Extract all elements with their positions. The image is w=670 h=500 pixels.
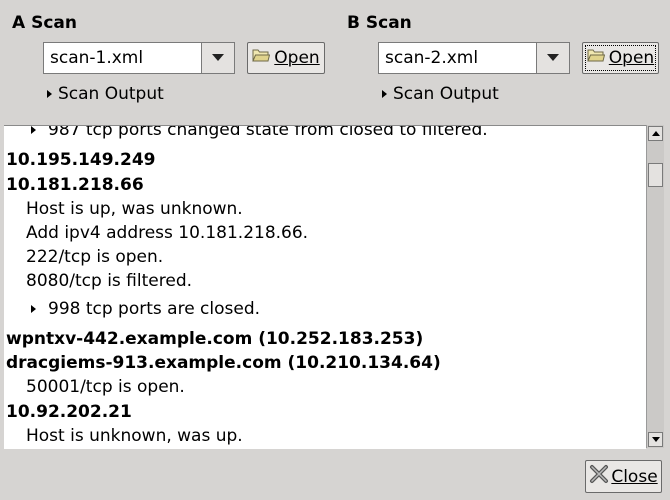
scroll-down-button[interactable] — [648, 432, 663, 447]
diff-subline-text: 998 tcp ports are closed. — [48, 299, 261, 319]
diff-detail-line: 222/tcp is open. — [26, 247, 164, 267]
diff-detail-line: Host is up, was unknown. — [26, 199, 243, 219]
triangle-down-icon — [651, 437, 660, 442]
a-scan-file-combo[interactable]: scan-1.xml — [43, 42, 235, 74]
b-scan-file-value[interactable]: scan-2.xml — [379, 43, 537, 73]
diff-host-line: wpntxv-442.example.com (10.252.183.253) — [6, 329, 424, 349]
diff-subline[interactable]: 998 tcp ports are closed. — [26, 299, 260, 319]
scroll-thumb[interactable] — [648, 163, 663, 187]
diff-detail-line: 50001/tcp is open. — [26, 377, 185, 397]
close-button[interactable]: Close — [585, 460, 662, 493]
chevron-down-icon[interactable] — [202, 43, 234, 73]
b-scan-output-expander[interactable]: Scan Output — [382, 84, 499, 104]
diff-host-line: dracgiems-913.example.com (10.210.134.64… — [6, 353, 441, 373]
chevron-down-icon[interactable] — [537, 43, 569, 73]
diff-host-line: 10.195.149.249 — [6, 150, 156, 170]
diff-host-line: 10.92.202.21 — [6, 402, 132, 422]
diff-text-view[interactable]: 987 tcp ports changed state from closed … — [4, 125, 646, 449]
diff-scrollbar[interactable] — [646, 125, 664, 448]
diff-subline[interactable]: 987 tcp ports changed state from closed … — [26, 125, 488, 140]
triangle-right-icon — [31, 126, 36, 134]
diff-host-line: 10.181.218.66 — [6, 175, 144, 195]
diff-detail-line: Add ipv4 address 10.181.218.66. — [26, 223, 309, 243]
close-label: Close — [611, 466, 658, 487]
diff-detail-line: Host is unknown, was up. — [26, 426, 243, 446]
diff-detail-line: 8080/tcp is filtered. — [26, 271, 193, 291]
a-scan-output-expander[interactable]: Scan Output — [47, 84, 164, 104]
a-scan-title: A Scan — [12, 13, 77, 33]
folder-icon — [587, 48, 605, 68]
triangle-right-icon — [382, 90, 387, 98]
x-icon — [589, 464, 609, 489]
triangle-right-icon — [47, 90, 52, 98]
diff-subline-text: 987 tcp ports changed state from closed … — [48, 125, 488, 140]
a-scan-open-label: Open — [274, 48, 320, 68]
a-scan-output-label: Scan Output — [58, 84, 164, 104]
triangle-up-icon — [651, 131, 660, 136]
folder-icon — [252, 48, 271, 68]
b-scan-open-button[interactable]: Open — [582, 42, 659, 74]
b-scan-open-label: Open — [608, 48, 655, 68]
a-scan-open-button[interactable]: Open — [247, 42, 325, 74]
a-scan-file-value[interactable]: scan-1.xml — [44, 43, 202, 73]
b-scan-title: B Scan — [347, 13, 412, 33]
triangle-right-icon — [31, 305, 36, 313]
b-scan-output-label: Scan Output — [393, 84, 499, 104]
b-scan-file-combo[interactable]: scan-2.xml — [378, 42, 570, 74]
scroll-up-button[interactable] — [648, 126, 663, 141]
